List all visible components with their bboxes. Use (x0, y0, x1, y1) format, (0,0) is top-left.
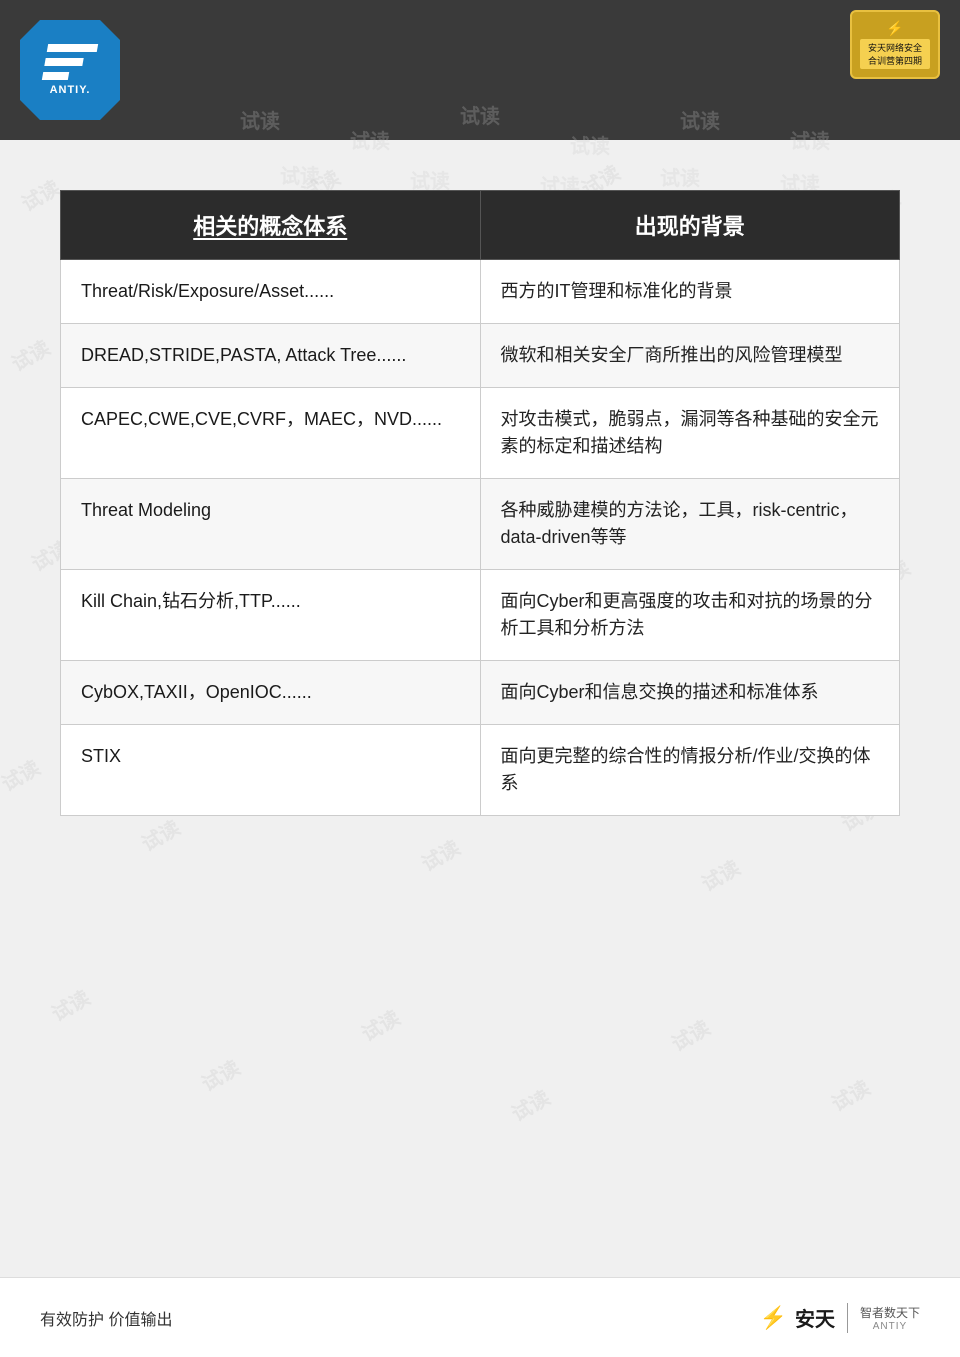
footer-brand-sub-container: 智者数天下 ANTIY (860, 1304, 920, 1332)
cell-left-6: STIX (61, 725, 481, 816)
footer: 有效防护 价值输出 ⚡ 安天 智者数天下 ANTIY (0, 1277, 960, 1357)
table-row: Kill Chain,钻石分析,TTP......面向Cyber和更高强度的攻击… (61, 570, 900, 661)
logo-line-3 (42, 72, 69, 80)
table-row: CybOX,TAXII，OpenIOC......面向Cyber和信息交换的描述… (61, 661, 900, 725)
logo: ANTIY. (20, 20, 120, 120)
table-row: Threat/Risk/Exposure/Asset......西方的IT管理和… (61, 260, 900, 324)
body-wm-30: 试读 (195, 1052, 244, 1097)
header-watermark-1: 试读 (240, 105, 280, 134)
footer-brand-name: 安天 (795, 1303, 835, 1332)
logo-line-2 (44, 58, 83, 66)
col-background-header: 出现的背景 (480, 191, 900, 260)
body-wm-33: 试读 (665, 1012, 714, 1057)
cell-left-5: CybOX,TAXII，OpenIOC...... (61, 661, 481, 725)
logo-icon (42, 44, 98, 80)
cell-right-0: 西方的IT管理和标准化的背景 (480, 260, 900, 324)
body-wm-34: 试读 (825, 1072, 874, 1117)
cell-right-5: 面向Cyber和信息交换的描述和标准体系 (480, 661, 900, 725)
header: ANTIY. 试读 试读 试读 试读 试读 试读 试读 试读 试读 试读 试读 … (0, 0, 960, 140)
cell-left-3: Threat Modeling (61, 479, 481, 570)
table-header-row: 相关的概念体系 出现的背景 (61, 191, 900, 260)
header-watermark-3: 试读 (460, 100, 500, 129)
header-badge: ⚡ 安天网络安全合训营第四期 (850, 10, 940, 100)
cell-left-2: CAPEC,CWE,CVE,CVRF，MAEC，NVD...... (61, 388, 481, 479)
cell-right-2: 对攻击模式，脆弱点，漏洞等各种基础的安全元素的标定和描述结构 (480, 388, 900, 479)
footer-antiy-text: ANTIY (860, 1321, 920, 1332)
footer-slogan: 有效防护 价值输出 (40, 1306, 172, 1330)
table-row: CAPEC,CWE,CVE,CVRF，MAEC，NVD......对攻击模式，脆… (61, 388, 900, 479)
col-concepts-header: 相关的概念体系 (61, 191, 481, 260)
table-row: DREAD,STRIDE,PASTA, Attack Tree......微软和… (61, 324, 900, 388)
body-wm-27: 试读 (695, 852, 744, 897)
cell-left-0: Threat/Risk/Exposure/Asset...... (61, 260, 481, 324)
logo-line-1 (47, 44, 98, 52)
badge-icon: ⚡ (860, 20, 930, 37)
cell-right-3: 各种威胁建模的方法论，工具，risk-centric，data-driven等等 (480, 479, 900, 570)
footer-divider (847, 1303, 848, 1333)
body-wm-29: 试读 (45, 982, 94, 1027)
badge-text: 安天网络安全合训营第四期 (860, 39, 930, 69)
cell-right-4: 面向Cyber和更高强度的攻击和对抗的场景的分析工具和分析方法 (480, 570, 900, 661)
header-watermark-5: 试读 (680, 105, 720, 134)
table-row: STIX面向更完整的综合性的情报分析/作业/交换的体系 (61, 725, 900, 816)
main-content: 相关的概念体系 出现的背景 Threat/Risk/Exposure/Asset… (0, 140, 960, 846)
concept-table: 相关的概念体系 出现的背景 Threat/Risk/Exposure/Asset… (60, 190, 900, 816)
lightning-icon: ⚡ (760, 1305, 787, 1331)
body-wm-31: 试读 (355, 1002, 404, 1047)
cell-right-1: 微软和相关安全厂商所推出的风险管理模型 (480, 324, 900, 388)
footer-brand: ⚡ 安天 智者数天下 ANTIY (760, 1303, 920, 1333)
cell-left-1: DREAD,STRIDE,PASTA, Attack Tree...... (61, 324, 481, 388)
logo-text: ANTIY. (50, 84, 91, 96)
cell-right-6: 面向更完整的综合性的情报分析/作业/交换的体系 (480, 725, 900, 816)
body-wm-32: 试读 (505, 1082, 554, 1127)
cell-left-4: Kill Chain,钻石分析,TTP...... (61, 570, 481, 661)
table-row: Threat Modeling各种威胁建模的方法论，工具，risk-centri… (61, 479, 900, 570)
footer-brand-sub: 智者数天下 (860, 1304, 920, 1321)
